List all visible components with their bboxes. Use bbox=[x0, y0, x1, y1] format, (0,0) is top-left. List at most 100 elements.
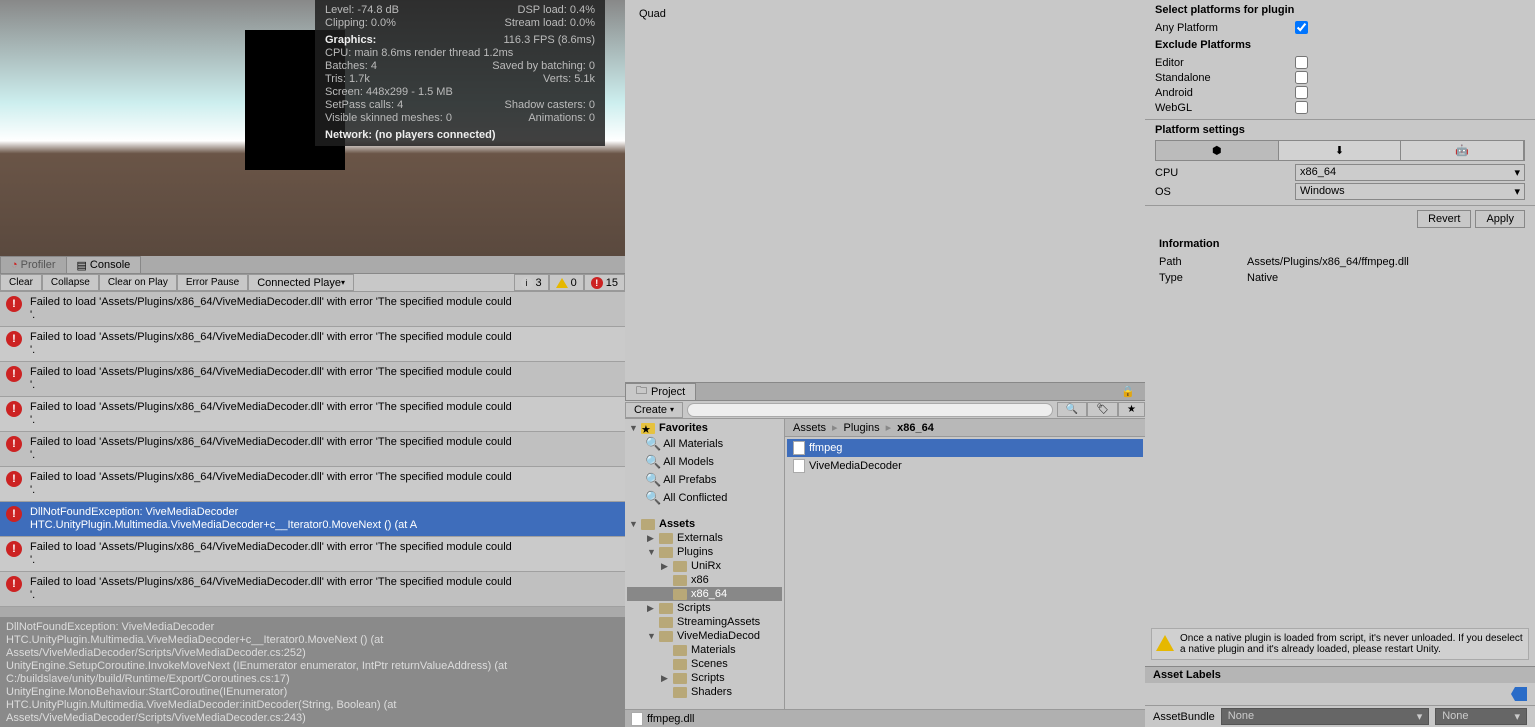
tree-item[interactable]: ▼Plugins bbox=[627, 545, 782, 559]
type-value: Native bbox=[1247, 272, 1278, 284]
os-label: OS bbox=[1155, 186, 1295, 198]
exclude-checkbox[interactable] bbox=[1295, 71, 1308, 84]
tree-item[interactable]: Materials bbox=[627, 643, 782, 657]
project-search-input[interactable] bbox=[687, 403, 1053, 417]
tag-icon[interactable] bbox=[1511, 687, 1527, 701]
tree-item[interactable]: ▶Scripts bbox=[627, 601, 782, 615]
platform-tab-android[interactable]: 🤖 bbox=[1401, 141, 1524, 160]
search-filter-2[interactable]: 🏷 bbox=[1087, 402, 1118, 417]
console-row[interactable]: !Failed to load 'Assets/Plugins/x86_64/V… bbox=[0, 292, 625, 327]
tree-item[interactable]: x86 bbox=[627, 573, 782, 587]
stats-overlay: Level: -74.8 dBDSP load: 0.4% Clipping: … bbox=[315, 0, 605, 146]
console-row[interactable]: !Failed to load 'Assets/Plugins/x86_64/V… bbox=[0, 432, 625, 467]
breadcrumb-segment[interactable]: Plugins bbox=[844, 422, 880, 434]
apply-button[interactable]: Apply bbox=[1475, 210, 1525, 228]
clear-button[interactable]: Clear bbox=[0, 274, 42, 291]
file-item[interactable]: ViveMediaDecoder bbox=[787, 457, 1143, 475]
tree-item[interactable]: StreamingAssets bbox=[627, 615, 782, 629]
file-item[interactable]: ffmpeg bbox=[787, 439, 1143, 457]
error-icon: ! bbox=[6, 506, 22, 522]
search-filter-1[interactable]: 🔍 bbox=[1057, 402, 1087, 417]
exclude-checkbox[interactable] bbox=[1295, 101, 1308, 114]
tree-item[interactable]: Shaders bbox=[627, 685, 782, 699]
project-files-list: ffmpegViveMediaDecoder bbox=[785, 437, 1145, 709]
favorite-item[interactable]: 🔍All Prefabs bbox=[627, 471, 782, 489]
breadcrumb-segment[interactable]: x86_64 bbox=[897, 422, 934, 434]
tree-item[interactable]: Scenes bbox=[627, 657, 782, 671]
breadcrumb-segment[interactable]: Assets bbox=[793, 422, 826, 434]
platform-tabs: ⬢ ⬇ 🤖 bbox=[1155, 140, 1525, 161]
console-toolbar: Clear Collapse Clear on Play Error Pause… bbox=[0, 274, 625, 292]
any-platform-label: Any Platform bbox=[1155, 22, 1295, 34]
favorite-item[interactable]: 🔍All Materials bbox=[627, 435, 782, 453]
cpu-select[interactable]: x86_64▾ bbox=[1295, 164, 1525, 181]
console-row[interactable]: !Failed to load 'Assets/Plugins/x86_64/V… bbox=[0, 327, 625, 362]
error-icon: ! bbox=[6, 541, 22, 557]
console-row[interactable]: !Failed to load 'Assets/Plugins/x86_64/V… bbox=[0, 467, 625, 502]
tree-item[interactable]: ▶Externals bbox=[627, 531, 782, 545]
tab-console[interactable]: ▤Console bbox=[66, 256, 142, 273]
tree-item[interactable]: ▼ViveMediaDecod bbox=[627, 629, 782, 643]
tree-item[interactable]: x86_64 bbox=[627, 587, 782, 601]
project-tree[interactable]: ▼★Favorites🔍All Materials🔍All Models🔍All… bbox=[625, 419, 785, 709]
favorite-item[interactable]: 🔍All Models bbox=[627, 453, 782, 471]
tab-profiler[interactable]: ◔Profiler bbox=[0, 256, 67, 273]
warning-box: Once a native plugin is loaded from scri… bbox=[1151, 628, 1529, 660]
asset-labels-header[interactable]: Asset Labels bbox=[1145, 666, 1535, 683]
project-tab-bar: 🗀Project 🔒 bbox=[625, 383, 1145, 401]
exclude-checkbox[interactable] bbox=[1295, 86, 1308, 99]
information-title: Information bbox=[1159, 238, 1521, 250]
hierarchy-item-quad[interactable]: Quad bbox=[639, 6, 1131, 22]
favorites-header[interactable]: ▼★Favorites bbox=[627, 421, 782, 435]
console-row[interactable]: !Failed to load 'Assets/Plugins/x86_64/V… bbox=[0, 397, 625, 432]
connected-player-button[interactable]: Connected Playe▾ bbox=[248, 274, 354, 291]
info-count-badge[interactable]: i3 bbox=[514, 274, 549, 291]
tree-item[interactable]: ▶UniRx bbox=[627, 559, 782, 573]
error-icon: ! bbox=[6, 366, 22, 382]
error-count-badge[interactable]: !15 bbox=[584, 274, 625, 291]
game-view: Level: -74.8 dBDSP load: 0.4% Clipping: … bbox=[0, 0, 625, 256]
collapse-button[interactable]: Collapse bbox=[42, 274, 99, 291]
warning-text: Once a native plugin is loaded from scri… bbox=[1180, 633, 1524, 655]
asset-bundle-variant-select[interactable]: None▾ bbox=[1435, 708, 1527, 725]
error-icon: ! bbox=[6, 401, 22, 417]
error-icon: ! bbox=[6, 471, 22, 487]
bottom-tabs: ◔Profiler ▤Console bbox=[0, 256, 625, 274]
exclude-title: Exclude Platforms bbox=[1155, 39, 1525, 51]
hierarchy-panel: Quad bbox=[625, 0, 1145, 383]
path-value: Assets/Plugins/x86_64/ffmpeg.dll bbox=[1247, 256, 1409, 268]
asset-bundle-label: AssetBundle bbox=[1153, 711, 1215, 723]
breadcrumb[interactable]: Assets▸Plugins▸x86_64 bbox=[785, 419, 1145, 437]
selected-file-label: ffmpeg.dll bbox=[647, 713, 695, 725]
console-row[interactable]: !Failed to load 'Assets/Plugins/x86_64/V… bbox=[0, 537, 625, 572]
exclude-checkbox[interactable] bbox=[1295, 56, 1308, 69]
tab-project[interactable]: 🗀Project bbox=[625, 383, 696, 401]
error-pause-button[interactable]: Error Pause bbox=[177, 274, 248, 291]
warn-count-badge[interactable]: 0 bbox=[549, 274, 584, 291]
assets-header[interactable]: ▼Assets bbox=[627, 517, 782, 531]
create-button[interactable]: Create▾ bbox=[625, 402, 683, 418]
clear-on-play-button[interactable]: Clear on Play bbox=[99, 274, 177, 291]
cpu-label: CPU bbox=[1155, 167, 1295, 179]
lock-icon[interactable]: 🔒 bbox=[1111, 385, 1145, 398]
any-platform-checkbox[interactable] bbox=[1295, 21, 1308, 34]
revert-button[interactable]: Revert bbox=[1417, 210, 1471, 228]
console-list[interactable]: !Failed to load 'Assets/Plugins/x86_64/V… bbox=[0, 292, 625, 617]
error-icon: ! bbox=[6, 331, 22, 347]
asset-bundle-select[interactable]: None▾ bbox=[1221, 708, 1429, 725]
console-row-selected[interactable]: !DllNotFoundException: ViveMediaDecoderH… bbox=[0, 502, 625, 537]
platform-tab-unity[interactable]: ⬢ bbox=[1156, 141, 1279, 160]
console-row[interactable]: !Failed to load 'Assets/Plugins/x86_64/V… bbox=[0, 572, 625, 607]
section-title: Select platforms for plugin bbox=[1155, 4, 1525, 16]
exclude-label: Standalone bbox=[1155, 72, 1295, 84]
warning-icon bbox=[1156, 635, 1174, 651]
favorite-item[interactable]: 🔍All Conflicted bbox=[627, 489, 782, 507]
platform-tab-download[interactable]: ⬇ bbox=[1279, 141, 1402, 160]
console-row[interactable]: !Failed to load 'Assets/Plugins/x86_64/V… bbox=[0, 362, 625, 397]
exclude-label: WebGL bbox=[1155, 102, 1295, 114]
asset-bundle-row: AssetBundle None▾ None▾ bbox=[1145, 705, 1535, 727]
tree-item[interactable]: ▶Scripts bbox=[627, 671, 782, 685]
inspector-panel: Select platforms for plugin Any Platform… bbox=[1145, 0, 1535, 727]
search-filter-3[interactable]: ★ bbox=[1118, 402, 1145, 417]
os-select[interactable]: Windows▾ bbox=[1295, 183, 1525, 200]
